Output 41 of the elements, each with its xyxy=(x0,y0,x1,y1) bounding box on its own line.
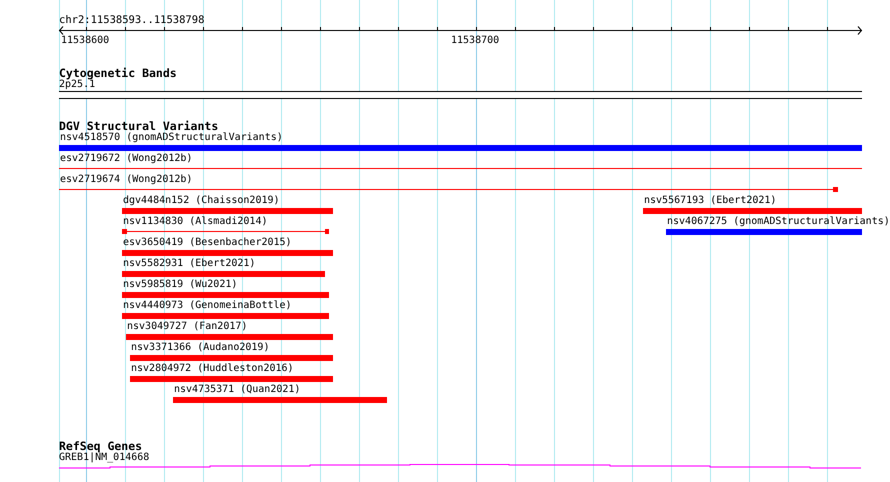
feature-bar[interactable] xyxy=(126,334,333,340)
feature-line[interactable] xyxy=(59,189,833,190)
feature-label[interactable]: nsv3371366 (Audano2019) xyxy=(131,342,270,353)
feature-bar[interactable] xyxy=(59,145,862,151)
track-title: DGV Structural Variants xyxy=(59,120,218,132)
location-label: chr2:11538593..11538798 xyxy=(59,13,206,26)
track-title: RefSeq Genes xyxy=(59,440,142,452)
track-title: Cytogenetic Bands xyxy=(59,67,178,79)
feature-label[interactable]: nsv4518570 (gnomADStructuralVariants) xyxy=(60,132,283,143)
feature-label[interactable]: nsv5567193 (Ebert2021) xyxy=(644,195,776,206)
feature-bar[interactable] xyxy=(130,376,333,382)
feature-bar[interactable] xyxy=(122,292,329,298)
tick-label: 11538700 xyxy=(451,35,500,46)
feature-bar[interactable] xyxy=(666,229,862,235)
feature-label[interactable]: esv2719674 (Wong2012b) xyxy=(60,174,192,185)
feature-bar[interactable] xyxy=(122,313,329,319)
feature-bar[interactable] xyxy=(130,355,333,361)
feature-block[interactable] xyxy=(833,187,838,192)
tick-label: 11538600 xyxy=(61,35,110,46)
feature-label[interactable]: esv3650419 (Besenbacher2015) xyxy=(123,237,292,248)
feature-label[interactable]: nsv2804972 (Huddleston2016) xyxy=(131,363,294,374)
feature-line[interactable] xyxy=(59,168,862,169)
feature-label[interactable]: nsv1134830 (Alsmadi2014) xyxy=(123,216,268,227)
feature-label[interactable]: nsv4440973 (GenomeinaBottle) xyxy=(123,300,292,311)
band-label: 2p25.1 xyxy=(59,79,96,90)
feature-block[interactable] xyxy=(122,229,127,234)
feature-label[interactable]: nsv5985819 (Wu2021) xyxy=(123,279,238,290)
feature-bar[interactable] xyxy=(122,271,325,277)
feature-block[interactable] xyxy=(325,229,329,234)
feature-label[interactable]: nsv5582931 (Ebert2021) xyxy=(123,258,256,269)
gene-label: GREB1|NM_014668 xyxy=(59,452,150,463)
feature-bar[interactable] xyxy=(122,208,333,214)
feature-bar[interactable] xyxy=(173,397,387,403)
feature-label[interactable]: nsv4067275 (gnomADStructuralVariants) xyxy=(667,216,890,227)
feature-line[interactable] xyxy=(127,231,325,232)
feature-label[interactable]: nsv4735371 (Quan2021) xyxy=(174,384,300,395)
feature-bar[interactable] xyxy=(643,208,862,214)
feature-label[interactable]: dgv4484n152 (Chaisson2019) xyxy=(123,195,280,206)
feature-label[interactable]: esv2719672 (Wong2012b) xyxy=(60,153,192,164)
feature-label[interactable]: nsv3049727 (Fan2017) xyxy=(127,321,248,332)
feature-bar[interactable] xyxy=(122,250,333,256)
